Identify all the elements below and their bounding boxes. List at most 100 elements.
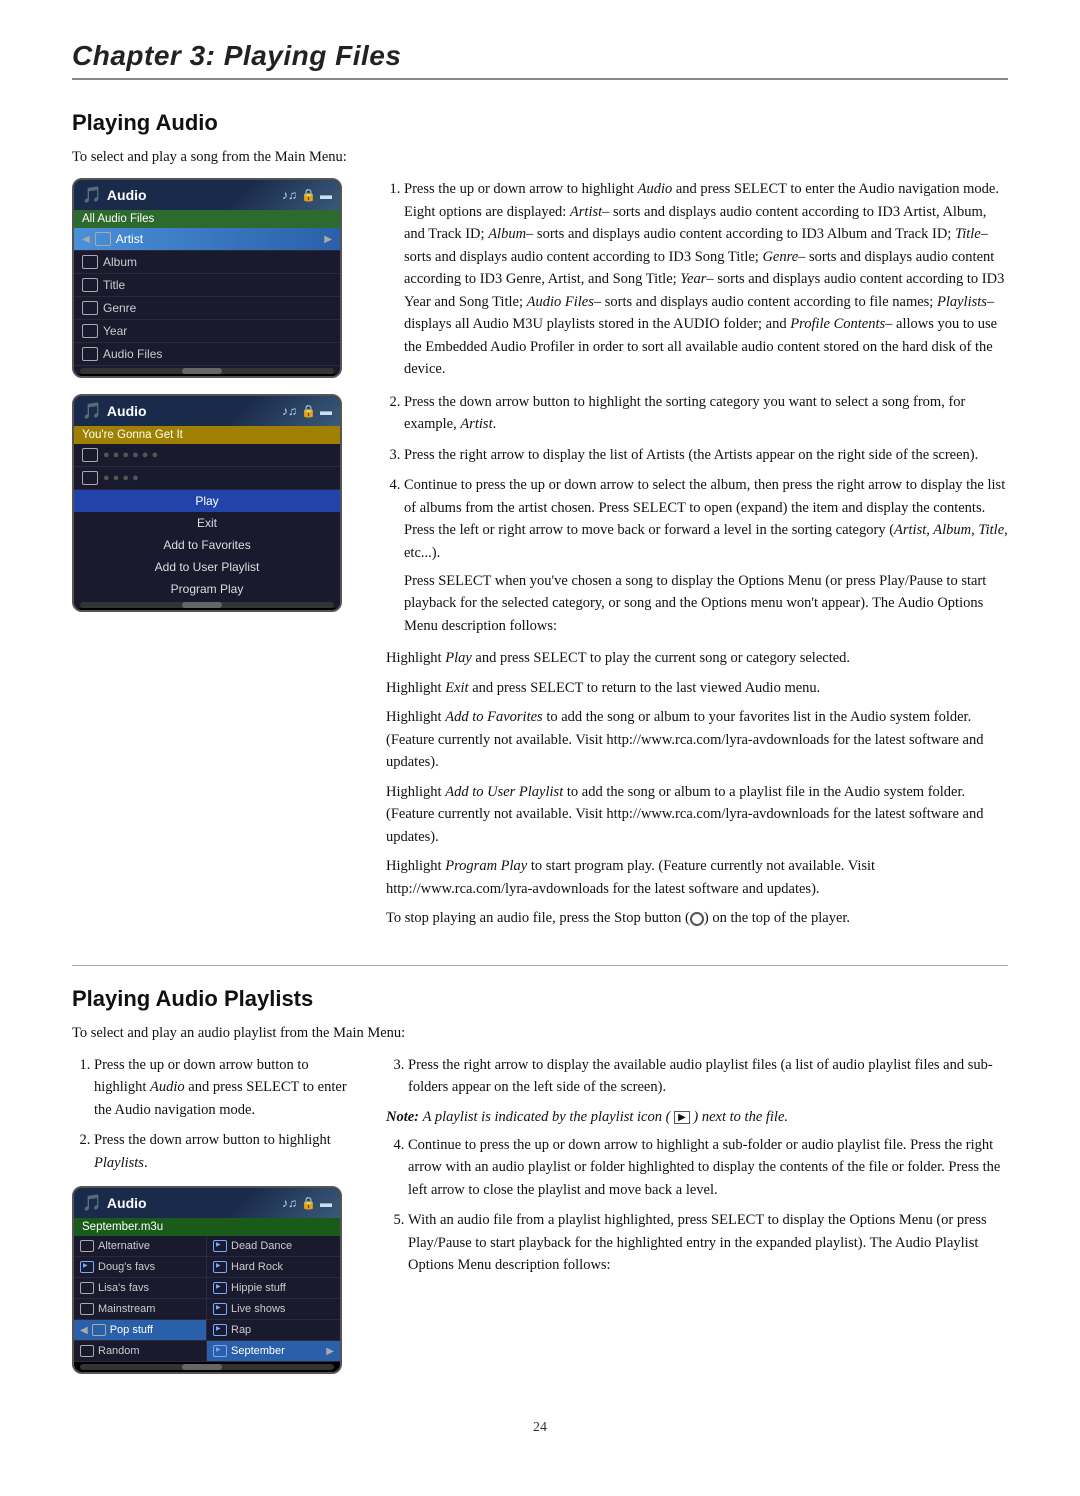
section-title-1: Playing Audio	[72, 110, 1008, 136]
menu-item-song2: ● ● ● ●	[74, 467, 340, 490]
folder-icon-alternative	[80, 1240, 94, 1252]
pl-label-random: Random	[98, 1345, 140, 1357]
section-divider	[72, 965, 1008, 966]
highlight-play: Highlight Play and press SELECT to play …	[386, 647, 1008, 669]
menu-label-title: Title	[103, 278, 125, 292]
pl-item-live-shows: Live shows	[207, 1299, 340, 1320]
col-left-screens: 🎵 Audio ♪♫ 🔒 ▬ All Audio Files ◀	[72, 178, 362, 936]
song-label-2: ● ● ● ●	[103, 472, 139, 484]
folder-icon-random	[80, 1345, 94, 1357]
screen2-subtitle: You're Gonna Get It	[74, 426, 340, 444]
highlight-add-user-playlist: Highlight Add to User Playlist to add th…	[386, 781, 1008, 848]
steps-list-pl-2: Continue to press the up or down arrow t…	[408, 1134, 1008, 1277]
playlist-icon-hard-rock	[213, 1261, 227, 1273]
pl-label-sept: September	[231, 1345, 285, 1357]
col-right-text: Press the up or down arrow to highlight …	[386, 178, 1008, 936]
arrow-left-pop: ◀	[80, 1325, 88, 1336]
pl-item-alternative: Alternative	[74, 1236, 207, 1257]
screen3-title: 🎵 Audio	[82, 1193, 147, 1213]
scrollbar-thumb-2	[182, 602, 222, 608]
menu-label-album: Album	[103, 255, 137, 269]
menu-label-audiofiles: Audio Files	[103, 347, 162, 361]
playlist-indicator-icon: ▶	[674, 1111, 690, 1124]
pl-label-mainstream: Mainstream	[98, 1303, 155, 1315]
step-4-followup: Press SELECT when you've chosen a song t…	[404, 570, 1008, 637]
playlist-icon-dougs	[80, 1261, 94, 1273]
menu-item-audiofiles: Audio Files	[74, 343, 340, 366]
folder-icon-lisas	[80, 1282, 94, 1294]
option-exit: Exit	[74, 512, 340, 534]
option-play: Play	[74, 490, 340, 512]
scrollbar-thumb-3	[182, 1364, 222, 1370]
menu-item-song1: ● ● ● ● ● ●	[74, 444, 340, 467]
pl-label-hippie: Hippie stuff	[231, 1282, 286, 1294]
step-1: Press the up or down arrow to highlight …	[404, 178, 1008, 380]
highlight-add-favorites: Highlight Add to Favorites to add the so…	[386, 706, 1008, 773]
option-add-playlist: Add to User Playlist	[74, 556, 340, 578]
screen2: 🎵 Audio ♪♫ 🔒 ▬ You're Gonna Get It	[72, 394, 342, 612]
screen1-header: 🎵 Audio ♪♫ 🔒 ▬	[74, 180, 340, 210]
section2-intro: To select and play an audio playlist fro…	[72, 1022, 1008, 1044]
chapter-header: Chapter 3: Playing Files	[72, 40, 1008, 80]
step-pl-4: Continue to press the up or down arrow t…	[408, 1134, 1008, 1201]
pl-label-pop: Pop stuff	[110, 1324, 153, 1336]
col-right-pl-steps: Press the right arrow to display the ava…	[386, 1054, 1008, 1390]
highlight-program-play: Highlight Program Play to start program …	[386, 855, 1008, 900]
menu-label-year: Year	[103, 324, 127, 338]
screen1-subtitle: All Audio Files	[74, 210, 340, 228]
folder-icon-pop	[92, 1324, 106, 1336]
step-4: Continue to press the up or down arrow t…	[404, 474, 1008, 637]
folder-icon-artist	[95, 232, 111, 246]
song-icon-1	[82, 448, 98, 462]
section2-layout: Press the up or down arrow button to hig…	[72, 1054, 1008, 1390]
folder-icon-mainstream	[80, 1303, 94, 1315]
note-box: Note: A playlist is indicated by the pla…	[386, 1109, 1008, 1126]
pl-label-hard-rock: Hard Rock	[231, 1261, 283, 1273]
arrow-right-icon: ▶	[324, 234, 332, 245]
section-playing-playlists: Playing Audio Playlists To select and pl…	[72, 986, 1008, 1391]
chapter-title: Chapter 3: Playing Files	[72, 40, 1008, 72]
pl-item-rap: Rap	[207, 1320, 340, 1341]
pl-label-dougs: Doug's favs	[98, 1261, 155, 1273]
page-number: 24	[72, 1420, 1008, 1436]
pl-item-hippie-stuff: Hippie stuff	[207, 1278, 340, 1299]
menu-label-artist: Artist	[116, 232, 143, 246]
section-title-2: Playing Audio Playlists	[72, 986, 1008, 1012]
music-note-icon: ♪♫	[282, 188, 297, 202]
menu-label-genre: Genre	[103, 301, 136, 315]
steps-list-2: Press the down arrow button to highlight…	[404, 391, 1008, 638]
song-icon-2	[82, 471, 98, 485]
pl-item-pop-stuff: ◀ Pop stuff	[74, 1320, 207, 1341]
folder-icon-genre	[82, 301, 98, 315]
lock-icon-2: 🔒	[301, 404, 316, 418]
stop-button-icon	[690, 912, 704, 926]
scrollbar	[80, 368, 334, 374]
step-pl-3: Press the right arrow to display the ava…	[408, 1054, 1008, 1099]
pl-label-alternative: Alternative	[98, 1240, 150, 1252]
pl-item-lisas-favs: Lisa's favs	[74, 1278, 207, 1299]
options-overlay: Play Exit Add to Favorites Add to User P…	[74, 490, 340, 600]
battery-icon-2: ▬	[320, 404, 332, 418]
screen2-icons: ♪♫ 🔒 ▬	[282, 404, 332, 418]
audio-icon-2: 🎵	[82, 401, 102, 421]
pl-item-hard-rock: Hard Rock	[207, 1257, 340, 1278]
audio-icon-3: 🎵	[82, 1193, 102, 1213]
lock-icon-3: 🔒	[301, 1196, 316, 1210]
arrow-left-icon: ◀	[82, 234, 90, 245]
folder-icon-title	[82, 278, 98, 292]
music-note-icon-3: ♪♫	[282, 1196, 297, 1210]
col-left-screen3: Press the up or down arrow button to hig…	[72, 1054, 362, 1390]
playlist-icon-rap	[213, 1324, 227, 1336]
highlight-stop: To stop playing an audio file, press the…	[386, 907, 1008, 929]
step-pl-1: Press the up or down arrow button to hig…	[94, 1054, 362, 1121]
arrow-right-sept: ▶	[326, 1346, 334, 1357]
pl-label-lisas: Lisa's favs	[98, 1282, 149, 1294]
playlist-icon-live	[213, 1303, 227, 1315]
playlist-icon-dead-dance	[213, 1240, 227, 1252]
menu-item-album: Album	[74, 251, 340, 274]
note-text: Note: A playlist is indicated by the pla…	[386, 1109, 1008, 1126]
scrollbar-3	[80, 1364, 334, 1370]
pl-item-random: Random	[74, 1341, 207, 1362]
menu-item-title: Title	[74, 274, 340, 297]
screen2-body: ● ● ● ● ● ● ● ● ● ● Play Exit Add to Fav…	[74, 444, 340, 608]
